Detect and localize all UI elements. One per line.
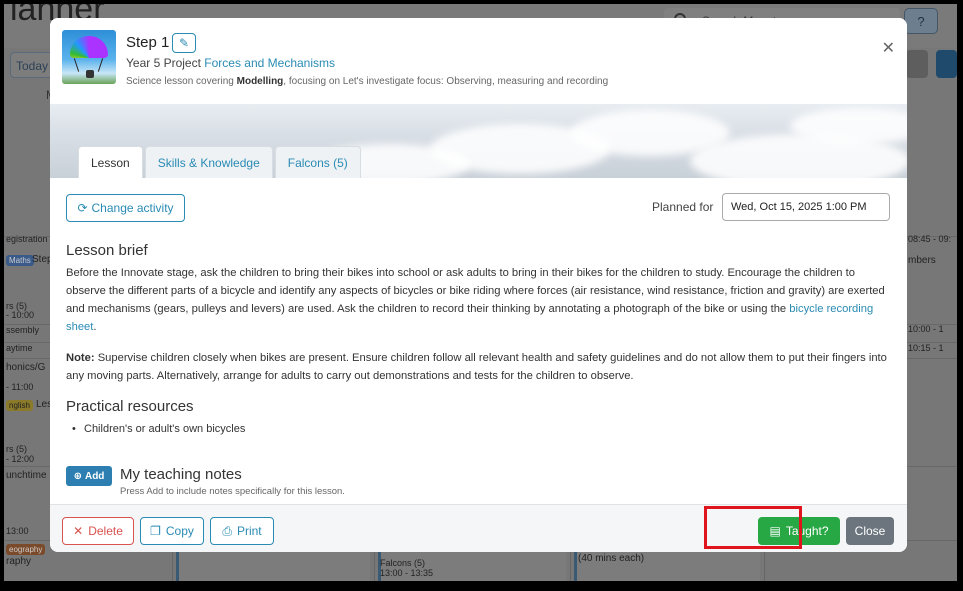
taught-highlight-box <box>704 506 802 549</box>
note-text: Supervise children closely when bikes ar… <box>66 352 887 382</box>
bg-label: aytime <box>6 343 33 353</box>
skydiver-icon <box>86 70 94 78</box>
print-label: Print <box>236 524 262 538</box>
practical-resource-item: Children's or adult's own bicycles <box>72 423 245 435</box>
bg-label: 13:00 <box>6 526 29 536</box>
planned-for-label: Planned for <box>652 200 714 214</box>
copy-button[interactable]: ❐ Copy <box>140 517 204 545</box>
add-notes-button[interactable]: ⊕ Add <box>66 466 112 486</box>
lesson-brief-heading: Lesson brief <box>66 242 148 259</box>
edit-step-button[interactable]: ✎ <box>172 33 196 53</box>
description-prefix: Science lesson covering <box>126 76 237 87</box>
x-icon: ✕ <box>73 524 84 538</box>
subject-badge: nglish <box>6 400 33 411</box>
refresh-icon: ⟳ <box>77 201 88 215</box>
lesson-tabs: Lesson Skills & Knowledge Falcons (5) <box>78 146 363 178</box>
description-topic: Modelling <box>236 76 284 87</box>
today-button[interactable]: Today <box>10 52 54 78</box>
lesson-body: ⟳ Change activity Planned for Wed, Oct 1… <box>50 178 907 502</box>
teaching-notes-heading: My teaching notes <box>120 466 242 483</box>
plus-circle-icon: ⊕ <box>73 470 82 482</box>
tab-lesson[interactable]: Lesson <box>78 146 143 178</box>
practical-resources-heading: Practical resources <box>66 398 194 415</box>
lesson-description: Science lesson covering Modelling, focus… <box>126 76 608 87</box>
project-link[interactable]: Forces and Mechanisms <box>204 56 335 70</box>
parachute-cord <box>97 58 104 72</box>
pencil-icon: ✎ <box>178 36 190 50</box>
safety-note: Note: Supervise children closely when bi… <box>66 349 894 385</box>
action-button[interactable] <box>936 50 957 78</box>
bg-label: 08:45 - 09: <box>908 234 952 244</box>
lesson-brief-text: Before the Innovate stage, ask the child… <box>66 264 894 336</box>
bg-label: honics/G <box>6 362 46 373</box>
step-title: Step 1 <box>126 34 170 51</box>
settings-button[interactable] <box>906 50 928 78</box>
bg-label: egistration <box>6 234 48 244</box>
lesson-brief-end: . <box>93 321 97 333</box>
parachute-cord <box>73 58 80 72</box>
close-icon[interactable]: ✕ <box>882 38 895 58</box>
print-button[interactable]: ⎙ Print <box>210 517 274 545</box>
teaching-notes-hint: Press Add to include notes specifically … <box>120 486 345 497</box>
bg-label: raphy <box>6 556 32 567</box>
delete-button[interactable]: ✕ Delete <box>62 517 134 545</box>
lesson-modal: Step 1 ✎ Year 5 Project Forces and Mecha… <box>50 18 907 552</box>
modal-header: Step 1 ✎ Year 5 Project Forces and Mecha… <box>50 18 907 102</box>
bg-label: - 10:00 <box>6 310 35 320</box>
parachute-icon <box>70 36 108 58</box>
bg-label: 10:00 - 1 <box>908 324 944 334</box>
change-activity-button[interactable]: ⟳ Change activity <box>66 194 185 222</box>
bg-label: unchtime <box>6 470 47 481</box>
help-button[interactable]: ? <box>904 8 938 34</box>
bg-label: - 11:00 <box>6 382 34 392</box>
change-activity-label: Change activity <box>91 201 174 215</box>
bg-label: (40 mins each) <box>578 553 645 564</box>
printer-icon: ⎙ <box>222 523 232 538</box>
tab-falcons[interactable]: Falcons (5) <box>274 146 361 178</box>
description-suffix: , focusing on Let's investigate focus: O… <box>283 76 609 87</box>
bg-label: ssembly <box>6 325 40 335</box>
delete-label: Delete <box>88 524 123 538</box>
bg-label: 13:00 - 13:35 <box>380 568 434 578</box>
tab-skills-knowledge[interactable]: Skills & Knowledge <box>144 146 273 178</box>
copy-icon: ❐ <box>150 524 161 538</box>
planned-for-input[interactable]: Wed, Oct 15, 2025 1:00 PM <box>722 193 890 221</box>
lesson-brief-body: Before the Innovate stage, ask the child… <box>66 267 885 315</box>
close-button[interactable]: Close <box>846 517 894 545</box>
note-label: Note: <box>66 352 95 364</box>
copy-label: Copy <box>165 524 194 538</box>
bg-label: mbers <box>908 255 936 266</box>
subject-badge: Maths <box>6 255 34 266</box>
bg-label: - 12:00 <box>6 454 35 464</box>
bg-label: rs (5) <box>6 444 27 454</box>
add-label: Add <box>84 470 105 482</box>
screenshot-frame: lanner Search Maestro ? Today M egistrat… <box>4 4 957 581</box>
project-line: Year 5 Project Forces and Mechanisms <box>126 56 335 70</box>
lesson-thumbnail <box>62 30 116 84</box>
subject-badge: eography <box>6 544 46 555</box>
bg-label: Falcons (5) <box>380 558 426 568</box>
bg-label: 10:15 - 1 <box>908 343 944 353</box>
project-year: Year 5 Project <box>126 56 201 70</box>
